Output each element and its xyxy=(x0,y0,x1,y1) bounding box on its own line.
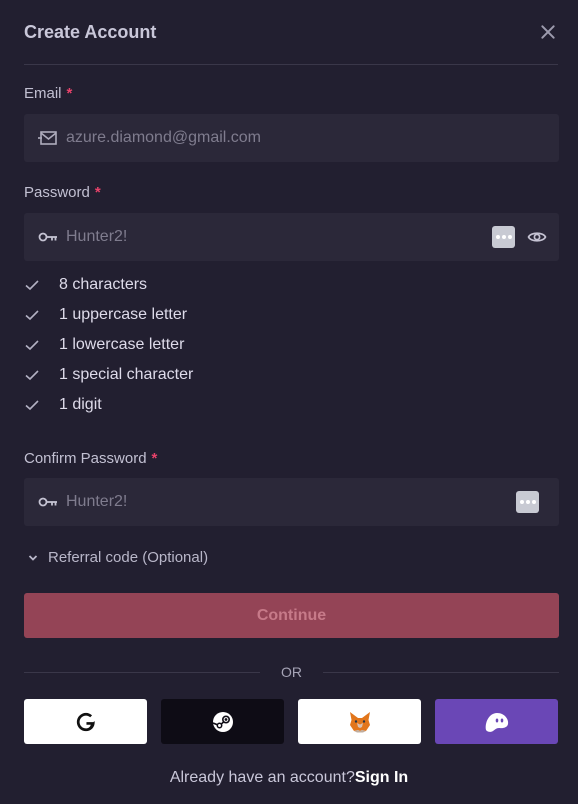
check-icon xyxy=(25,280,39,291)
metamask-login-button[interactable] xyxy=(298,699,421,744)
metamask-fox-icon xyxy=(349,711,370,732)
rule-label: 8 characters xyxy=(59,276,148,293)
rule-label: 1 uppercase letter xyxy=(59,306,188,323)
rule-item: 1 lowercase letter xyxy=(24,330,193,360)
email-label-text: Email xyxy=(24,85,62,102)
referral-label: Referral code (Optional) xyxy=(48,549,209,566)
referral-code-toggle[interactable]: Referral code (Optional) xyxy=(28,546,208,570)
key-icon xyxy=(38,497,57,507)
password-rules-list: 8 characters 1 uppercase letter 1 lowerc… xyxy=(24,270,193,420)
google-icon xyxy=(76,712,95,731)
email-label: Email * xyxy=(24,85,72,102)
rule-item: 1 digit xyxy=(24,390,193,420)
confirm-password-field-container xyxy=(24,478,559,526)
rule-label: 1 special character xyxy=(59,366,194,383)
create-account-modal: Create Account Email* Password* xyxy=(0,0,578,804)
signin-prompt-text: Already have an account? xyxy=(169,769,355,786)
password-manager-icon[interactable] xyxy=(516,491,539,513)
sign-in-link[interactable]: Sign In xyxy=(355,769,408,786)
password-field-container xyxy=(24,213,559,261)
check-icon xyxy=(25,310,39,321)
check-icon xyxy=(25,400,39,411)
key-icon xyxy=(38,232,57,242)
required-mark: * xyxy=(94,184,101,201)
modal-title: Create Account xyxy=(24,22,157,42)
rule-item: 1 uppercase letter xyxy=(24,300,193,330)
eye-icon[interactable] xyxy=(527,227,547,247)
password-manager-icon[interactable] xyxy=(492,226,515,248)
rule-label: 1 lowercase letter xyxy=(59,336,185,353)
password-label: Password * xyxy=(24,184,101,201)
confirm-password-label-text: Confirm Password xyxy=(24,450,147,467)
rule-item: 8 characters xyxy=(24,270,193,300)
close-icon[interactable] xyxy=(538,22,558,42)
confirm-password-input[interactable] xyxy=(66,478,486,526)
check-icon xyxy=(25,370,39,381)
required-mark: * xyxy=(66,85,73,102)
rule-label: 1 digit xyxy=(59,396,102,413)
steam-login-button[interactable] xyxy=(161,699,284,744)
steam-icon xyxy=(212,711,233,732)
modal-header: Create Account xyxy=(24,20,558,44)
chevron-down-icon xyxy=(28,555,38,561)
password-input[interactable] xyxy=(66,213,486,261)
rule-item: 1 special character xyxy=(24,360,193,390)
divider-line xyxy=(323,672,559,673)
mail-icon xyxy=(38,131,57,145)
required-mark: * xyxy=(151,450,158,467)
continue-button[interactable]: Continue xyxy=(24,593,559,638)
or-divider: OR xyxy=(24,660,559,684)
email-input[interactable] xyxy=(66,114,486,162)
ghost-icon xyxy=(485,712,508,732)
confirm-password-label: Confirm Password * xyxy=(24,450,157,467)
signin-prompt: Already have an account?Sign In xyxy=(0,769,578,787)
check-icon xyxy=(25,340,39,351)
password-label-text: Password xyxy=(24,184,90,201)
google-login-button[interactable] xyxy=(24,699,147,744)
email-field-container xyxy=(24,114,559,162)
phantom-login-button[interactable] xyxy=(435,699,558,744)
header-divider xyxy=(24,64,558,65)
